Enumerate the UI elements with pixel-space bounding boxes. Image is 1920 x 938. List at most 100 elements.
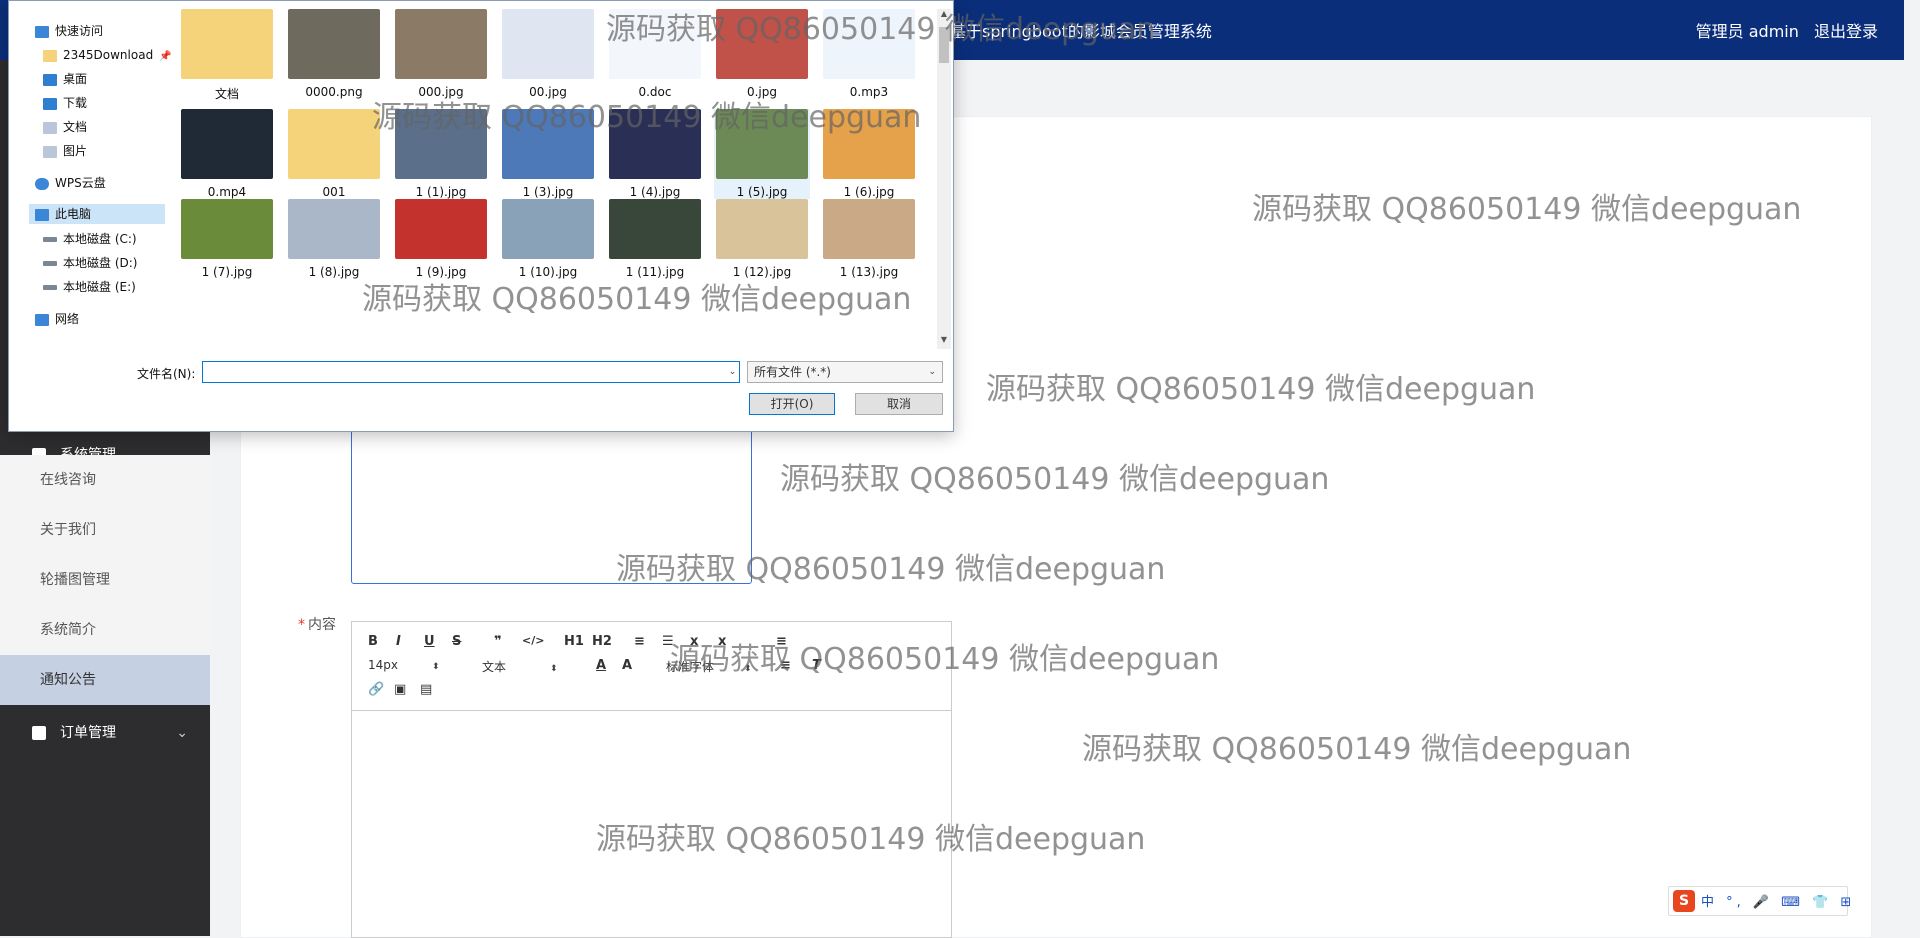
background-color-icon[interactable]: A <box>622 658 632 673</box>
sidebar-item-notice[interactable]: 通知公告 <box>0 655 210 705</box>
file-item[interactable]: 001 <box>286 109 382 199</box>
quote-button[interactable]: ❞ <box>494 634 502 649</box>
file-thumbnail <box>288 9 380 79</box>
drive-icon <box>43 285 57 290</box>
nav-downloads[interactable]: 下载 <box>43 93 87 113</box>
file-item[interactable]: 1 (11).jpg <box>607 199 703 279</box>
picture-icon <box>43 145 57 158</box>
file-item[interactable]: 文档 <box>179 9 275 102</box>
filename-input[interactable] <box>202 361 740 383</box>
sidebar-item-about[interactable]: 关于我们 <box>0 505 210 555</box>
computer-icon <box>35 208 49 221</box>
file-thumbnail <box>823 109 915 179</box>
nav-2345download[interactable]: 2345Download 📌 <box>43 45 172 65</box>
nav-drive-d[interactable]: 本地磁盘 (D:) <box>43 253 137 273</box>
font-family-select[interactable]: 标准字体 ⬍ <box>666 658 752 675</box>
open-button[interactable]: 打开(O) <box>749 393 835 415</box>
scroll-down-icon[interactable]: ▼ <box>937 335 951 349</box>
file-item[interactable]: 1 (10).jpg <box>500 199 596 279</box>
clipboard-icon <box>32 726 46 740</box>
nav-quick-access[interactable]: 快速访问 <box>35 21 103 41</box>
font-color-icon[interactable]: A <box>596 658 606 673</box>
superscript-icon[interactable]: x <box>718 634 726 649</box>
file-thumbnail <box>609 109 701 179</box>
network-icon <box>35 313 49 326</box>
nav-wps-cloud[interactable]: WPS云盘 <box>35 173 106 193</box>
underline-button[interactable]: U <box>424 634 435 649</box>
video-icon[interactable]: ▤ <box>420 682 432 697</box>
file-item[interactable]: 1 (8).jpg <box>286 199 382 279</box>
nav-drive-e[interactable]: 本地磁盘 (E:) <box>43 277 136 297</box>
scroll-thumb[interactable] <box>939 27 949 63</box>
file-name: 0.doc <box>638 85 672 99</box>
font-size-select[interactable]: 14px ⬍ <box>368 658 440 672</box>
h2-button[interactable]: H2 <box>592 634 612 649</box>
bullet-list-icon[interactable]: ☰ <box>662 634 674 649</box>
subscript-icon[interactable]: x <box>690 634 698 649</box>
file-name: 001 <box>322 185 346 199</box>
nav-pictures[interactable]: 图片 <box>43 141 87 161</box>
file-item[interactable]: 1 (6).jpg <box>821 109 917 199</box>
clear-format-icon[interactable]: T <box>812 658 821 673</box>
file-name: 1 (1).jpg <box>415 185 467 199</box>
file-item[interactable]: 1 (7).jpg <box>179 199 275 279</box>
file-type-select[interactable]: 所有文件 (*.*) ⌄ <box>747 361 943 383</box>
file-item[interactable]: 0.doc <box>607 9 703 99</box>
editor-toolbar: B I U S ❞ </> H1 H2 ≡ ☰ x x ≡ 14px ⬍ 文本 ⬍ … <box>352 622 951 711</box>
nav-this-pc[interactable]: 此电脑 <box>29 204 165 224</box>
scroll-up-icon[interactable]: ▲ <box>937 9 951 23</box>
app-title: 基于springboot的影城会员管理系统 <box>950 22 1212 41</box>
file-thumbnail <box>502 9 594 79</box>
nav-documents[interactable]: 文档 <box>43 117 87 137</box>
file-item[interactable]: 1 (9).jpg <box>393 199 489 279</box>
nav-network[interactable]: 网络 <box>35 309 79 329</box>
file-item[interactable]: 1 (5).jpg <box>714 109 810 199</box>
indent-icon[interactable]: ≡ <box>776 634 787 649</box>
file-name: 1 (12).jpg <box>732 265 792 279</box>
file-name: 1 (8).jpg <box>308 265 360 279</box>
file-scrollbar[interactable]: ▲ ▼ <box>937 9 951 349</box>
ime-controls[interactable]: 中 °, 🎤 ⌨ 👕 ⊞ <box>1701 891 1855 910</box>
file-thumbnail <box>609 199 701 259</box>
text-type-select[interactable]: 文本 ⬍ <box>482 658 558 675</box>
chevron-down-icon[interactable]: ⌄ <box>725 361 740 383</box>
file-item[interactable]: 1 (12).jpg <box>714 199 810 279</box>
strike-button[interactable]: S <box>452 634 461 649</box>
align-icon[interactable]: ≡ <box>780 658 791 673</box>
italic-button[interactable]: I <box>396 634 401 649</box>
link-icon[interactable]: 🔗 <box>368 682 384 697</box>
file-name: 1 (10).jpg <box>518 265 578 279</box>
sidebar-item-carousel[interactable]: 轮播图管理 <box>0 555 210 605</box>
file-item[interactable]: 000.jpg <box>393 9 489 99</box>
ordered-list-icon[interactable]: ≡ <box>634 634 645 649</box>
download-icon <box>43 97 57 110</box>
sidebar-item-consult[interactable]: 在线咨询 <box>0 455 210 505</box>
file-item[interactable]: 1 (4).jpg <box>607 109 703 199</box>
rich-text-editor[interactable]: B I U S ❞ </> H1 H2 ≡ ☰ x x ≡ 14px ⬍ 文本 ⬍ … <box>351 621 952 938</box>
nav-drive-c[interactable]: 本地磁盘 (C:) <box>43 229 137 249</box>
file-item[interactable]: 0.mp4 <box>179 109 275 199</box>
cancel-button[interactable]: 取消 <box>855 393 943 415</box>
folder-icon <box>43 49 57 62</box>
logout-link[interactable]: 退出登录 <box>1814 22 1878 41</box>
h1-button[interactable]: H1 <box>564 634 584 649</box>
file-thumbnail <box>502 199 594 259</box>
code-button[interactable]: </> <box>522 634 544 647</box>
sidebar-group-orders[interactable]: 订单管理 ⌄ <box>0 708 210 758</box>
summary-textarea[interactable] <box>351 425 752 584</box>
file-item[interactable]: 1 (13).jpg <box>821 199 917 279</box>
file-thumbnail <box>288 109 380 179</box>
nav-desktop[interactable]: 桌面 <box>43 69 87 89</box>
ime-toolbar[interactable]: S 中 °, 🎤 ⌨ 👕 ⊞ <box>1668 886 1851 916</box>
file-item[interactable]: 0000.png <box>286 9 382 99</box>
bold-button[interactable]: B <box>368 634 378 649</box>
file-thumbnail <box>502 109 594 179</box>
file-thumbnail <box>609 9 701 79</box>
file-item[interactable]: 1 (3).jpg <box>500 109 596 199</box>
sidebar-item-intro[interactable]: 系统简介 <box>0 605 210 655</box>
file-item[interactable]: 1 (1).jpg <box>393 109 489 199</box>
image-icon[interactable]: ▣ <box>394 682 406 697</box>
file-item[interactable]: 00.jpg <box>500 9 596 99</box>
file-item[interactable]: 0.jpg <box>714 9 810 99</box>
file-item[interactable]: 0.mp3 <box>821 9 917 99</box>
